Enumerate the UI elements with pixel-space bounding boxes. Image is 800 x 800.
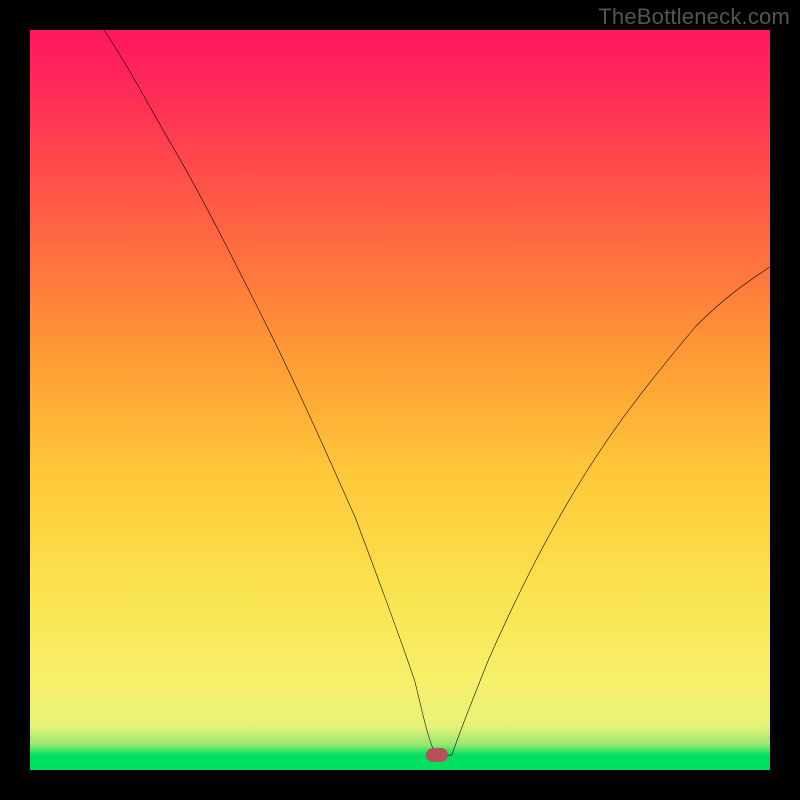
bottleneck-curve-path xyxy=(104,30,770,755)
chart-frame: TheBottleneck.com xyxy=(0,0,800,800)
plot-area xyxy=(30,30,770,770)
watermark-text: TheBottleneck.com xyxy=(598,4,790,30)
bottleneck-curve xyxy=(30,30,770,770)
optimal-point-marker xyxy=(426,748,448,762)
